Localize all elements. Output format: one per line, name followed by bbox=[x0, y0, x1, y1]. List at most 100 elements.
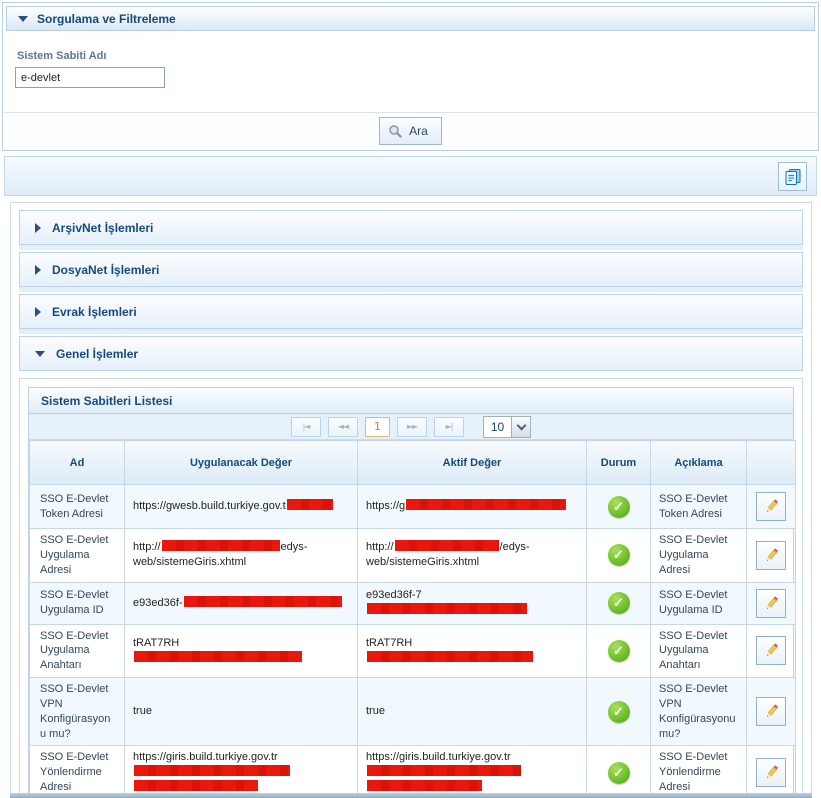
first-page-button[interactable]: |◄ bbox=[291, 417, 321, 437]
cell-aktif-deger: http:// /edys-web/sistemeGiris.xhtml bbox=[358, 529, 587, 583]
value-text: /edys- bbox=[500, 541, 530, 553]
export-button[interactable] bbox=[778, 162, 807, 191]
edit-button[interactable] bbox=[756, 758, 786, 787]
rows-per-page-select[interactable]: 10 bbox=[483, 416, 531, 438]
cell-durum: ✓ bbox=[587, 746, 651, 798]
table-row: SSO E-Devlet Uygulama Anahtarı tRAT7RH tRA… bbox=[30, 624, 796, 678]
search-button[interactable]: Ara bbox=[379, 117, 442, 145]
table-row: SSO E-Devlet Token Adresi https://gwesb.b… bbox=[30, 485, 796, 529]
pencil-icon bbox=[763, 547, 780, 564]
chevron-right-icon bbox=[35, 307, 41, 317]
edit-button[interactable] bbox=[756, 589, 786, 618]
genel-islemler-content: Sistem Sabitleri Listesi |◄ ◄◄ 1 ►► ►| 1… bbox=[19, 378, 803, 798]
cell-uygulanacak-deger: https://gwesb.build.turkiye.gov.t bbox=[125, 485, 358, 529]
cell-edit bbox=[747, 746, 796, 798]
redacted-text bbox=[162, 540, 280, 551]
accordion-tab-label: Evrak İşlemleri bbox=[52, 305, 137, 319]
column-header bbox=[747, 441, 796, 485]
green-check-icon: ✓ bbox=[608, 592, 630, 614]
value-text: https://giris.build.turkiye.gov.tr bbox=[133, 751, 278, 763]
redacted-text bbox=[287, 499, 333, 510]
cell-aktif-deger: true bbox=[358, 678, 587, 746]
cell-durum: ✓ bbox=[587, 529, 651, 583]
cell-durum: ✓ bbox=[587, 582, 651, 624]
redacted-text bbox=[367, 603, 527, 614]
accordion-tab-label: Genel İşlemler bbox=[56, 347, 138, 361]
cell-durum: ✓ bbox=[587, 485, 651, 529]
system-constants-table: AdUygulanacak DeğerAktif DeğerDurumAçıkl… bbox=[29, 440, 796, 798]
cell-ad: SSO E-Devlet Yönlendirme Adresi bbox=[30, 746, 125, 798]
redacted-text bbox=[134, 651, 302, 662]
cell-edit bbox=[747, 678, 796, 746]
edit-button[interactable] bbox=[756, 492, 786, 521]
value-text: edys- bbox=[281, 541, 308, 553]
redacted-text bbox=[134, 765, 290, 776]
next-page-button[interactable]: ►► bbox=[397, 417, 427, 437]
cell-edit bbox=[747, 624, 796, 678]
pencil-icon bbox=[763, 703, 780, 720]
column-header: Aktif Değer bbox=[358, 441, 587, 485]
cell-ad: SSO E-Devlet Uygulama Adresi bbox=[30, 529, 125, 583]
redacted-text bbox=[367, 651, 533, 662]
value-text: tRAT7RH bbox=[133, 637, 179, 649]
query-form: Sistem Sabiti Adı bbox=[3, 34, 818, 88]
query-filter-panel: Sorgulama ve Filtreleme Sistem Sabiti Ad… bbox=[2, 2, 819, 151]
value-text: https://giris.build.turkiye.gov.tr bbox=[366, 751, 511, 763]
search-icon bbox=[388, 124, 403, 139]
cell-aktif-deger: tRAT7RH bbox=[358, 624, 587, 678]
value-text: https://g bbox=[366, 500, 405, 512]
last-page-button[interactable]: ►| bbox=[434, 417, 464, 437]
cell-aciklama: SSO E-Devlet Uygulama ID bbox=[651, 582, 747, 624]
redacted-text bbox=[367, 765, 521, 776]
accordion-tab-1[interactable]: DosyaNet İşlemleri bbox=[19, 252, 803, 287]
page-bottom-edge bbox=[10, 793, 812, 798]
chevron-down-icon bbox=[35, 351, 45, 357]
cell-aktif-deger: https://giris.build.turkiye.gov.tr bbox=[358, 746, 587, 798]
value-text: https://gwesb.build.turkiye.gov.t bbox=[133, 500, 286, 512]
copy-documents-icon bbox=[783, 167, 803, 187]
query-panel-header[interactable]: Sorgulama ve Filtreleme bbox=[6, 6, 815, 31]
system-constant-name-input[interactable] bbox=[15, 67, 165, 88]
system-constants-list-panel: Sistem Sabitleri Listesi |◄ ◄◄ 1 ►► ►| 1… bbox=[28, 387, 794, 798]
edit-button[interactable] bbox=[756, 636, 786, 665]
chevron-down-icon bbox=[511, 417, 530, 437]
edit-button[interactable] bbox=[756, 541, 786, 570]
accordion-tab-label: DosyaNet İşlemleri bbox=[52, 263, 159, 277]
green-check-icon: ✓ bbox=[608, 544, 630, 566]
redacted-text bbox=[367, 780, 482, 791]
cell-uygulanacak-deger: tRAT7RH bbox=[125, 624, 358, 678]
chevron-right-icon bbox=[35, 223, 41, 233]
toolbar bbox=[4, 156, 817, 196]
cell-edit bbox=[747, 485, 796, 529]
cell-aciklama: SSO E-Devlet Uygulama Anahtarı bbox=[651, 624, 747, 678]
value-text: http:// bbox=[366, 541, 394, 553]
pencil-icon bbox=[763, 642, 780, 659]
edit-button[interactable] bbox=[756, 697, 786, 726]
redacted-text bbox=[395, 540, 499, 551]
prev-page-button[interactable]: ◄◄ bbox=[328, 417, 358, 437]
accordion-tab-0[interactable]: ArşivNet İşlemleri bbox=[19, 210, 803, 245]
cell-edit bbox=[747, 529, 796, 583]
cell-uygulanacak-deger: https://giris.build.turkiye.gov.tr bbox=[125, 746, 358, 798]
accordion-container: ArşivNet İşlemleri DosyaNet İşlemleri Evra… bbox=[10, 202, 812, 798]
cell-ad: SSO E-Devlet VPN Konfigürasyonu mu? bbox=[30, 678, 125, 746]
search-button-row: Ara bbox=[4, 112, 817, 149]
table-row: SSO E-Devlet Yönlendirme Adresi https://g… bbox=[30, 746, 796, 798]
rows-per-page-value: 10 bbox=[484, 417, 511, 437]
accordion-tab-2[interactable]: Evrak İşlemleri bbox=[19, 294, 803, 329]
cell-edit bbox=[747, 582, 796, 624]
cell-uygulanacak-deger: http://edys-web/sistemeGiris.xhtml bbox=[125, 529, 358, 583]
search-button-label: Ara bbox=[409, 124, 428, 138]
pencil-icon bbox=[763, 498, 780, 515]
current-page-button[interactable]: 1 bbox=[365, 417, 390, 437]
column-header: Açıklama bbox=[651, 441, 747, 485]
table-header-row: AdUygulanacak DeğerAktif DeğerDurumAçıkl… bbox=[30, 441, 796, 485]
cell-aktif-deger: e93ed36f-7 bbox=[358, 582, 587, 624]
accordion-tab-3[interactable]: Genel İşlemler bbox=[19, 336, 803, 371]
value-text: true bbox=[366, 705, 385, 717]
pencil-icon bbox=[763, 764, 780, 781]
query-panel-title: Sorgulama ve Filtreleme bbox=[37, 12, 176, 26]
value-text: web/sistemeGiris.xhtml bbox=[366, 556, 479, 568]
cell-aciklama: SSO E-Devlet Token Adresi bbox=[651, 485, 747, 529]
column-header: Ad bbox=[30, 441, 125, 485]
